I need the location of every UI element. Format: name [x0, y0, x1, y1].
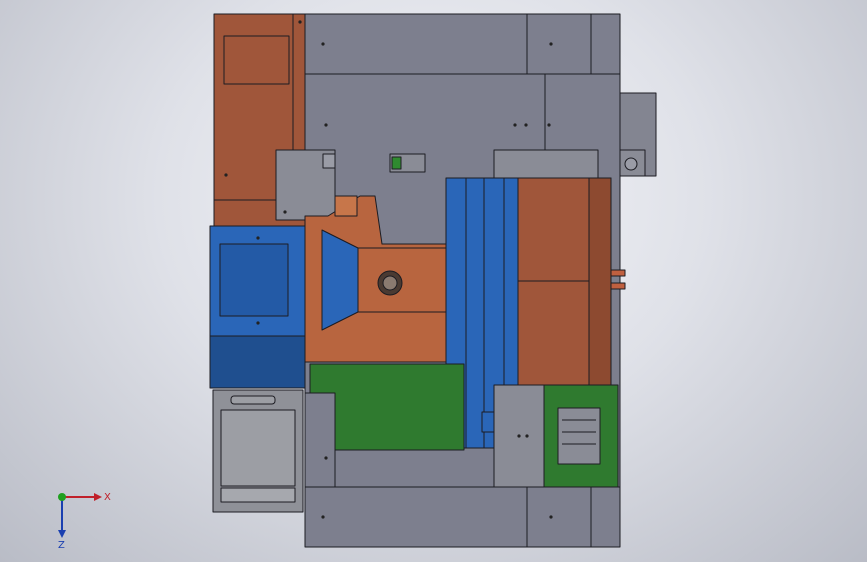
left-blue-base[interactable] — [209, 335, 306, 389]
mold-assembly-model[interactable] — [0, 0, 867, 562]
z-axis-label: Z — [58, 540, 65, 550]
side-pin-upper — [610, 269, 626, 277]
orientation-triad[interactable]: X Z — [44, 480, 124, 550]
side-tab-hole — [624, 157, 638, 171]
bracket-slot — [322, 153, 336, 169]
bottom-left-base-strip — [220, 487, 296, 503]
insert-wedge — [321, 229, 359, 331]
left-copper-recess — [223, 35, 290, 85]
insert-top-pad — [334, 195, 358, 217]
lower-gray-tab[interactable] — [304, 392, 336, 488]
left-blue-recess — [219, 243, 289, 317]
vent-grille — [557, 407, 601, 465]
bottom-left-window — [220, 409, 296, 487]
upper-slide-plate[interactable] — [493, 149, 599, 179]
x-axis-label: X — [104, 492, 111, 503]
cad-graphics-viewport[interactable]: X Z — [0, 0, 867, 562]
cooling-fan-ring — [382, 275, 398, 291]
bottom-left-handle[interactable] — [230, 395, 276, 405]
right-copper-edge — [588, 177, 612, 386]
side-pin-lower — [610, 282, 626, 290]
blue-rail-tab — [481, 411, 495, 433]
green-marker-fill — [391, 156, 402, 170]
